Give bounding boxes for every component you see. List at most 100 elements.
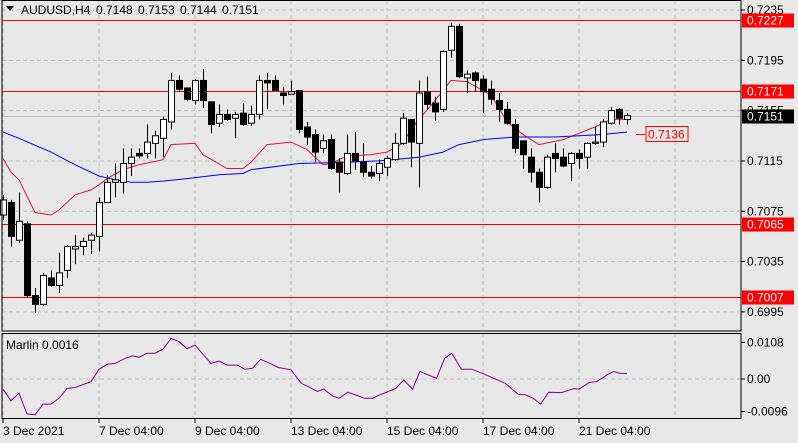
bull-candle-body: [608, 110, 615, 124]
time-tick-label: 9 Dec 04:00: [195, 424, 260, 438]
bear-candle-body: [8, 201, 15, 237]
bull-candle-body: [144, 141, 151, 154]
bear-candle-body: [512, 123, 519, 149]
bull-candle-body: [64, 245, 71, 271]
bull-candle-body: [160, 118, 167, 139]
bull-candle-body: [624, 115, 631, 120]
chart-header: AUDUSD,H4 0.7148 0.7153 0.7144 0.7151: [6, 3, 259, 17]
price-tick-label: 0.7035: [747, 255, 784, 269]
price-tick-label: 0.6995: [747, 305, 784, 319]
bear-candle-body: [360, 161, 367, 173]
bear-candle-body: [136, 152, 143, 157]
bear-candle-body: [48, 277, 55, 286]
bull-candle-body: [584, 142, 591, 158]
price-tick-label: 0.7195: [747, 53, 784, 67]
bull-candle-body: [248, 113, 255, 124]
indicator-tick-label: 0.0108: [747, 335, 784, 349]
level-price-label: 0.7065: [747, 218, 784, 232]
bear-candle-body: [408, 118, 415, 143]
symbol-timeframe: AUDUSD,H4: [21, 3, 91, 17]
bull-candle-body: [600, 121, 607, 143]
price-tick-label: 0.7115: [747, 154, 783, 168]
bull-candle-body: [16, 220, 23, 241]
bull-candle-body: [192, 79, 199, 102]
bull-candle-body: [384, 157, 391, 168]
bear-candle-body: [504, 108, 511, 124]
time-tick-label: 3 Dec 2021: [3, 424, 65, 438]
bull-candle-body: [256, 79, 263, 115]
bear-candle-body: [352, 152, 359, 162]
bear-candle-body: [472, 72, 479, 81]
price-chart[interactable]: 0.7136 0.72350.71950.71550.71150.70750.7…: [0, 0, 798, 443]
bear-candle-body: [280, 92, 287, 97]
bull-candle-body: [0, 199, 7, 216]
bear-candle-body: [576, 152, 583, 159]
bull-candle-body: [128, 156, 135, 164]
bull-candle-body: [112, 179, 119, 183]
bear-candle-body: [616, 108, 623, 119]
indicator-label: Marlin 0.0016: [6, 338, 79, 352]
time-tick-label: 21 Dec 04:00: [579, 424, 651, 438]
bear-candle-body: [176, 79, 183, 90]
bull-candle-body: [56, 272, 63, 286]
bear-candle-body: [224, 113, 231, 120]
bear-candle-body: [560, 156, 567, 167]
bull-candle-body: [344, 152, 351, 175]
bull-candle-body: [376, 162, 383, 175]
bear-candle-body: [424, 91, 431, 105]
bull-candle-body: [400, 117, 407, 144]
bear-candle-body: [208, 101, 215, 125]
bear-candle-body: [264, 79, 271, 84]
ohlc-open: 0.7148: [96, 3, 133, 17]
chart-background: [0, 0, 798, 443]
bull-candle-body: [568, 152, 575, 164]
bull-candle-body: [72, 245, 79, 250]
indicator-tick-label: 0.00: [747, 372, 771, 386]
bear-candle-body: [488, 88, 495, 100]
ohlc-high: 0.7153: [138, 3, 175, 17]
bear-candle-body: [552, 152, 559, 159]
bull-candle-body: [464, 73, 471, 79]
level-price-label: 0.7227: [747, 14, 784, 28]
bear-candle-body: [272, 79, 279, 92]
indicator-tick-label: -0.0096: [747, 405, 788, 419]
bull-candle-body: [152, 135, 159, 144]
level-price-label: 0.7007: [747, 291, 784, 305]
ma-value-label: 0.7136: [648, 128, 685, 142]
bull-candle-body: [592, 141, 599, 144]
level-price-label: 0.7171: [747, 85, 784, 99]
bull-candle-body: [440, 51, 447, 110]
bear-candle-body: [480, 78, 487, 93]
bull-candle-body: [288, 91, 295, 95]
bull-candle-body: [40, 274, 47, 305]
ohlc-close: 0.7151: [222, 3, 259, 17]
bear-candle-body: [240, 112, 247, 125]
bull-candle-body: [168, 79, 175, 123]
bull-candle-body: [104, 181, 111, 203]
bear-candle-body: [336, 161, 343, 173]
bear-candle-body: [536, 171, 543, 188]
bull-candle-body: [544, 156, 551, 188]
current-price-label: 0.7151: [747, 110, 784, 124]
bear-candle-body: [312, 134, 319, 153]
bear-candle-body: [496, 100, 503, 110]
bear-candle-body: [304, 126, 311, 138]
bear-candle-body: [32, 295, 39, 305]
bull-candle-body: [448, 25, 455, 51]
bear-candle-body: [200, 79, 207, 102]
bear-candle-body: [328, 139, 335, 169]
bull-candle-body: [120, 162, 127, 183]
bull-candle-body: [216, 113, 223, 124]
bull-candle-body: [320, 140, 327, 149]
bull-candle-body: [232, 113, 239, 119]
time-tick-label: 15 Dec 04:00: [387, 424, 459, 438]
bear-candle-body: [296, 90, 303, 130]
price-tick-label: 0.7075: [747, 204, 784, 218]
bear-candle-body: [432, 102, 439, 113]
bear-candle-body: [368, 171, 375, 177]
bear-candle-body: [184, 87, 191, 100]
bull-candle-body: [416, 92, 423, 144]
bear-candle-body: [520, 140, 527, 156]
time-tick-label: 17 Dec 04:00: [483, 424, 555, 438]
bear-candle-body: [528, 156, 535, 173]
